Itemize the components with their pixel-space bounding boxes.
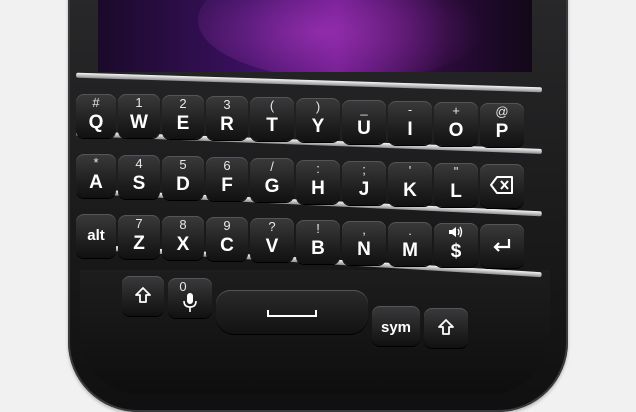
key-e[interactable]: 2E [162, 95, 204, 139]
microphone-icon [183, 293, 197, 312]
key-main-label: $ [450, 241, 462, 262]
key-alt-label: 3 [223, 97, 231, 112]
shift-icon [438, 319, 454, 335]
key-j[interactable]: ; J [342, 161, 386, 205]
key-alt-label: , [362, 222, 366, 237]
key-a[interactable]: * A [76, 154, 116, 198]
key-y[interactable]: ) Y [296, 98, 340, 142]
key-main-label: O [448, 120, 464, 141]
key-alt-label: ' [408, 163, 412, 178]
key-x[interactable]: 8X [162, 216, 204, 260]
key-alt-label: ! [316, 221, 320, 236]
key-r[interactable]: 3R [206, 96, 248, 140]
key-alt-label: . [408, 223, 412, 238]
key-zero-mic[interactable]: 0 [168, 278, 212, 318]
key-backspace[interactable] [480, 164, 524, 208]
space-bar[interactable] [216, 290, 368, 334]
key-alt-label: ? [268, 219, 276, 234]
key-alt-label: 6 [223, 158, 231, 173]
key-alt-label: 8 [179, 217, 187, 232]
key-main-label: Y [311, 116, 325, 137]
backspace-icon [490, 176, 513, 194]
key-main-label: C [220, 235, 234, 256]
key-main-label: sym [380, 319, 412, 336]
key-alt-label: - [407, 102, 413, 117]
key-main-label: B [311, 238, 325, 259]
key-u[interactable]: _ U [342, 100, 386, 144]
key-main-label: J [358, 179, 370, 200]
phone-screen [98, 0, 532, 72]
key-main-label: N [357, 239, 371, 260]
key-alt-label: 5 [179, 157, 187, 172]
key-dollar-volume[interactable]: $ [434, 223, 478, 267]
key-main-label: alt [87, 227, 105, 244]
key-main-label: V [265, 236, 279, 257]
key-alt-label: 4 [135, 156, 143, 171]
key-t[interactable]: (T [250, 97, 294, 141]
key-alt-label: ( [269, 98, 275, 113]
key-s[interactable]: 4S [118, 155, 160, 199]
key-main-label: G [264, 176, 280, 197]
key-q[interactable]: # Q [76, 94, 116, 138]
key-alt-label: * [93, 155, 99, 170]
key-alt-label: / [270, 159, 274, 174]
key-main-label: X [176, 234, 190, 255]
key-main-label: I [407, 119, 413, 140]
key-main-label: E [176, 113, 190, 134]
key-main-label: S [132, 173, 146, 194]
wallpaper-swoosh [198, 0, 498, 72]
key-h[interactable]: :H [296, 160, 340, 204]
key-v[interactable]: ? V [250, 218, 294, 262]
key-main-label: A [89, 172, 103, 193]
key-sym[interactable]: sym [372, 306, 420, 346]
key-main-label: K [403, 180, 417, 201]
key-main-label: W [130, 112, 148, 133]
key-alt-label: 2 [179, 96, 187, 111]
key-alt-label: 1 [135, 95, 143, 110]
key-alt-label: ; [362, 162, 366, 177]
key-l[interactable]: " L [434, 163, 478, 207]
key-p[interactable]: @ P [480, 103, 524, 147]
key-alt-label: # [92, 95, 100, 110]
key-main-label: T [266, 115, 278, 136]
key-c[interactable]: 9C [206, 217, 248, 261]
key-m[interactable]: .M [388, 222, 432, 266]
key-enter[interactable] [480, 224, 524, 268]
key-alt-label: _ [360, 101, 368, 116]
key-k[interactable]: ' K [388, 162, 432, 206]
key-main-label: M [402, 240, 418, 261]
space-icon [267, 310, 317, 317]
key-o[interactable]: + O [434, 102, 478, 146]
key-b[interactable]: ! B [296, 220, 340, 264]
key-alt-label: : [316, 161, 320, 176]
key-shift-right[interactable] [424, 308, 468, 348]
key-f[interactable]: 6F [206, 157, 248, 201]
key-alt-label: ) [315, 99, 321, 114]
key-main-label: P [495, 121, 509, 142]
key-main-label: H [311, 178, 325, 199]
enter-icon [493, 239, 511, 252]
key-main-label: U [357, 118, 371, 139]
key-d[interactable]: 5D [162, 156, 204, 200]
key-i[interactable]: -I [388, 101, 432, 145]
key-main-label: R [220, 114, 234, 135]
key-z[interactable]: 7Z [118, 215, 160, 259]
key-w[interactable]: 1W [118, 94, 160, 138]
key-main-label: L [450, 181, 462, 202]
key-alt-label: 9 [223, 218, 231, 233]
key-alt-label: " [453, 164, 459, 179]
key-main-label: F [221, 175, 233, 196]
key-alt-label: @ [495, 104, 509, 119]
key-main-label: Z [133, 233, 145, 254]
shift-icon [135, 287, 151, 303]
key-g[interactable]: / G [250, 158, 294, 202]
key-main-label: D [176, 174, 190, 195]
key-alt-label: + [452, 103, 460, 118]
volume-icon [449, 226, 463, 238]
key-alt[interactable]: alt [76, 214, 116, 258]
key-main-label: Q [88, 112, 104, 133]
key-alt-label: 7 [135, 216, 143, 231]
key-n[interactable]: ,N [342, 221, 386, 265]
